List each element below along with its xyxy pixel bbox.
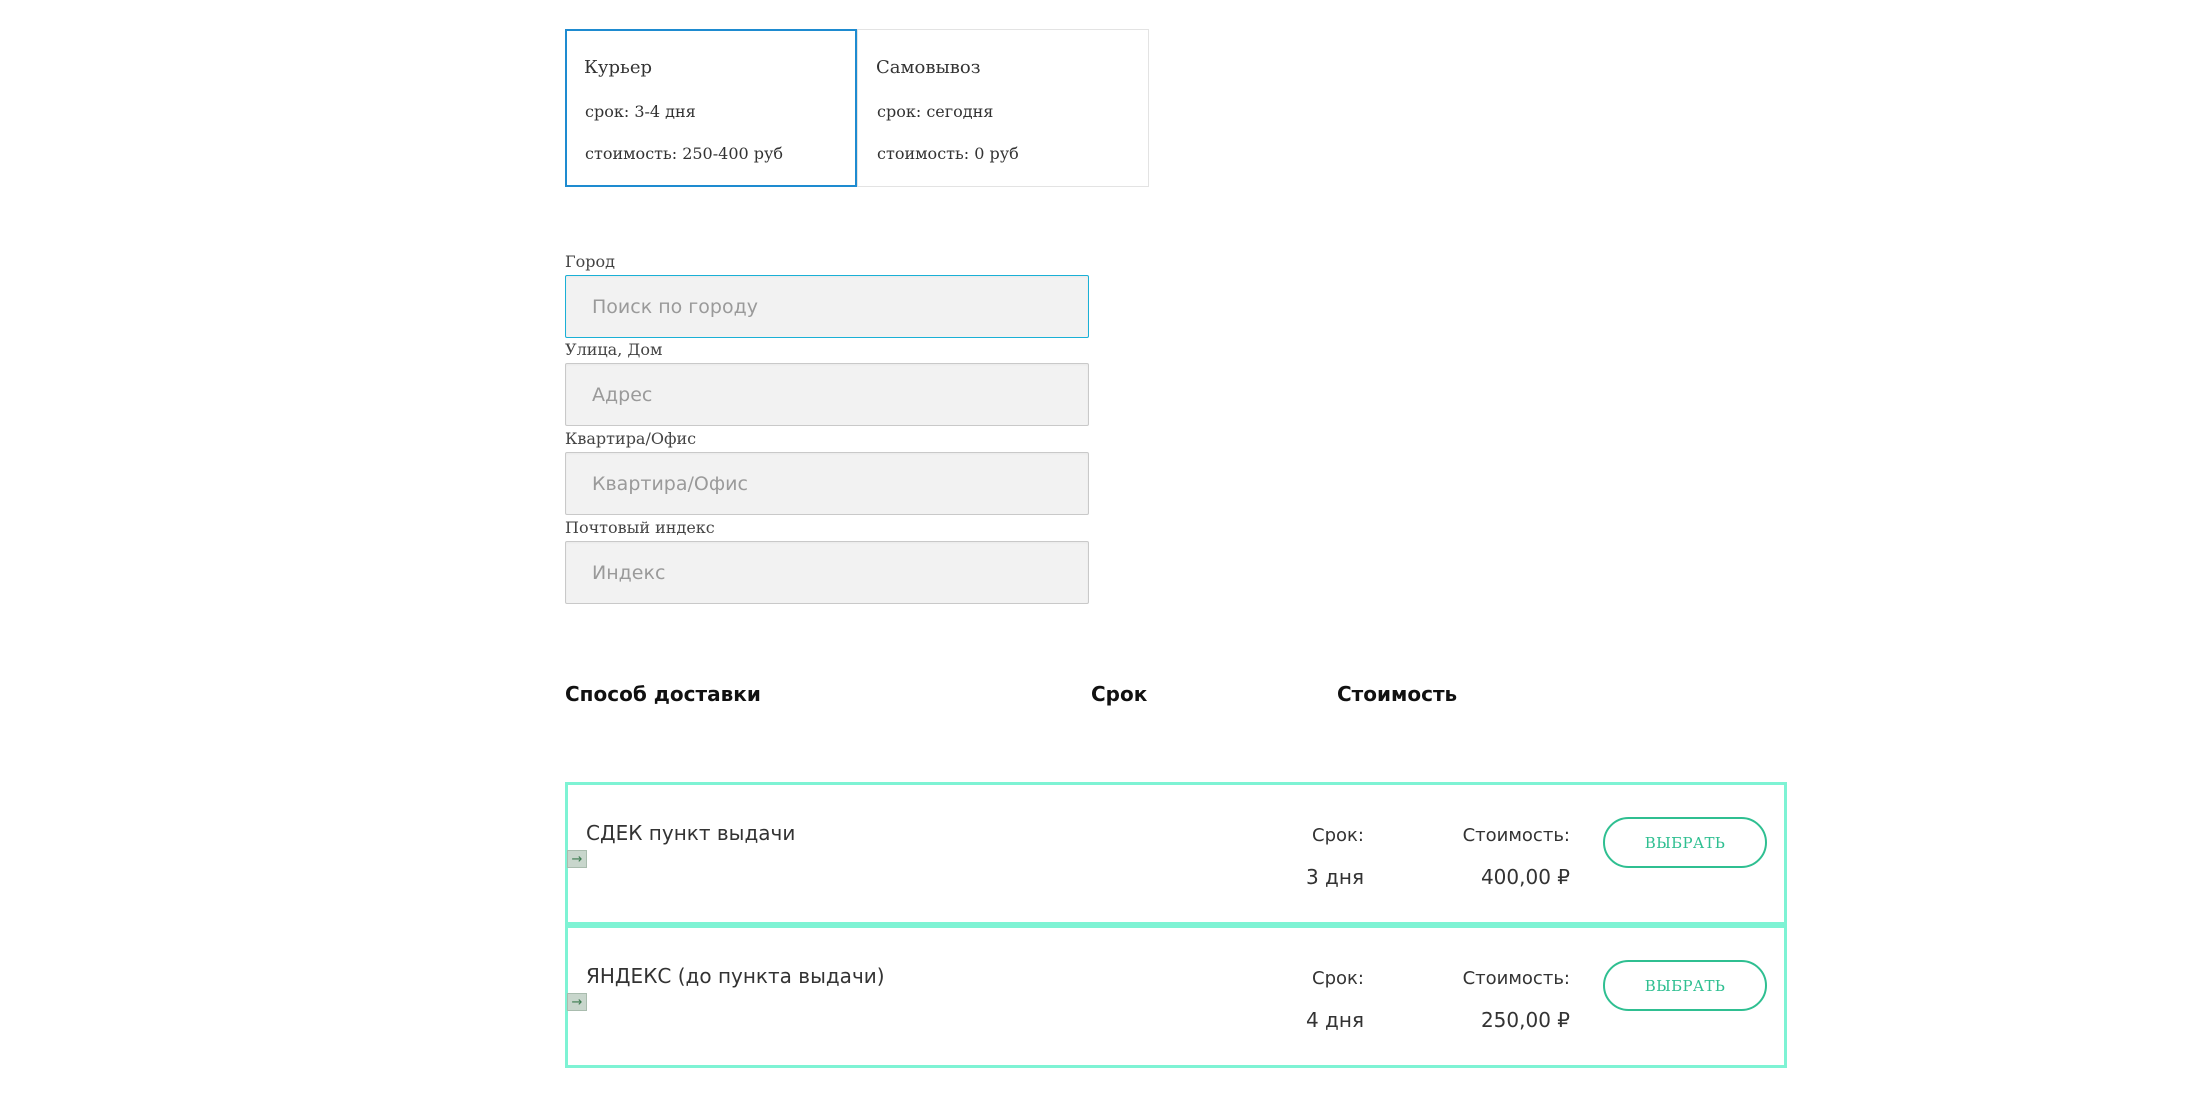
select-button[interactable]: ВЫБРАТЬ bbox=[1603, 960, 1767, 1011]
delivery-option-row: ЯНДЕКС (до пункта выдачи) → Срок: 4 дня … bbox=[565, 925, 1787, 1068]
city-label: Город bbox=[565, 252, 615, 271]
delivery-option-name: СДЕК пункт выдачи bbox=[586, 821, 796, 845]
city-search-input[interactable] bbox=[565, 275, 1089, 338]
arrow-right-icon: → bbox=[567, 993, 587, 1011]
address-input[interactable] bbox=[565, 363, 1089, 426]
delivery-option-row: СДЕК пункт выдачи → Срок: 3 дня Стоимост… bbox=[565, 782, 1787, 925]
delivery-type-title: Курьер bbox=[584, 57, 653, 78]
header-cost: Стоимость bbox=[1337, 682, 1458, 706]
delivery-type-cost: стоимость: 0 руб bbox=[877, 144, 1019, 163]
delivery-type-term: срок: сегодня bbox=[877, 102, 994, 121]
cost-label: Стоимость: bbox=[1462, 825, 1570, 846]
header-delivery-method: Способ доставки bbox=[565, 682, 761, 706]
select-button[interactable]: ВЫБРАТЬ bbox=[1603, 817, 1767, 868]
postal-code-label: Почтовый индекс bbox=[565, 518, 715, 537]
arrow-right-icon: → bbox=[567, 850, 587, 868]
term-value: 4 дня bbox=[1305, 1008, 1364, 1032]
delivery-type-cost: стоимость: 250-400 руб bbox=[585, 144, 784, 163]
delivery-type-courier[interactable]: Курьер срок: 3-4 дня стоимость: 250-400 … bbox=[565, 29, 857, 187]
delivery-type-pickup[interactable]: Самовывоз срок: сегодня стоимость: 0 руб bbox=[857, 29, 1149, 187]
cost-value: 400,00 ₽ bbox=[1480, 865, 1570, 889]
cost-value: 250,00 ₽ bbox=[1480, 1008, 1570, 1032]
delivery-type-title: Самовывоз bbox=[876, 57, 981, 78]
street-label: Улица, Дом bbox=[565, 340, 663, 359]
header-term: Срок bbox=[1091, 682, 1148, 706]
term-label: Срок: bbox=[1312, 825, 1364, 846]
term-value: 3 дня bbox=[1305, 865, 1364, 889]
delivery-type-term: срок: 3-4 дня bbox=[585, 102, 696, 121]
delivery-option-name: ЯНДЕКС (до пункта выдачи) bbox=[586, 964, 885, 988]
postal-code-input[interactable] bbox=[565, 541, 1089, 604]
apartment-label: Квартира/Офис bbox=[565, 429, 697, 448]
term-label: Срок: bbox=[1312, 968, 1364, 989]
apartment-input[interactable] bbox=[565, 452, 1089, 515]
cost-label: Стоимость: bbox=[1462, 968, 1570, 989]
